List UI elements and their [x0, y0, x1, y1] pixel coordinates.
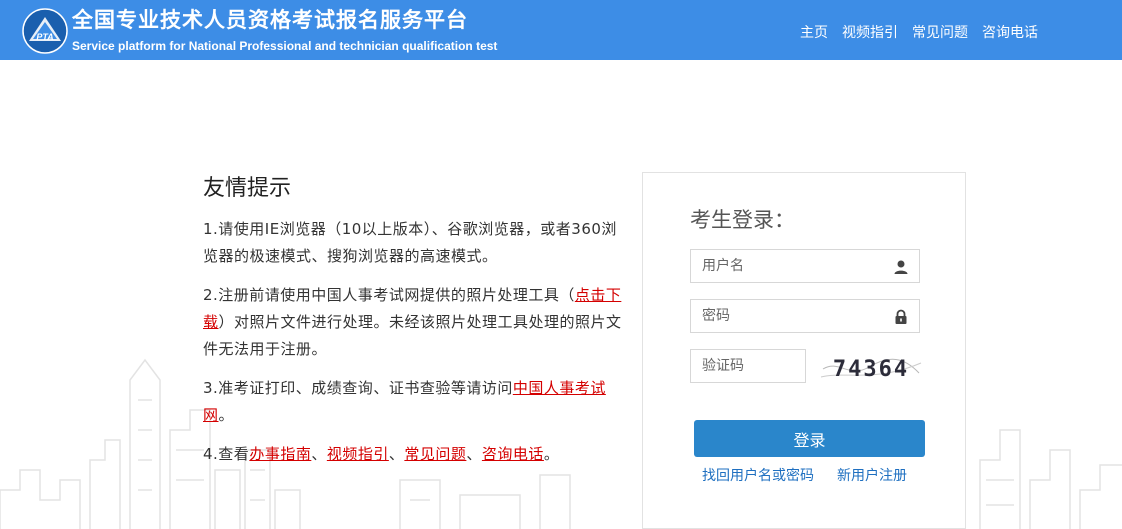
username-input[interactable] [691, 250, 882, 282]
captcha-text: 74364 [833, 357, 909, 382]
tip-exam-text-a: 3.准考证打印、成绩查询、证书查验等请访问 [203, 379, 513, 397]
nav-video-guide[interactable]: 视频指引 [842, 22, 898, 42]
site-subtitle: Service platform for National Profession… [72, 39, 498, 53]
captcha-image[interactable]: 74364 [819, 349, 923, 385]
tip-help-links: 4.查看办事指南、视频指引、常见问题、咨询电话。 [203, 441, 623, 468]
nav-home[interactable]: 主页 [800, 22, 828, 42]
separator: 、 [388, 445, 405, 463]
tip-help-text: 4.查看 [203, 445, 250, 463]
pta-logo-icon: PTA [22, 8, 68, 54]
password-field [690, 299, 920, 333]
tip-photo-text-b: ）对照片文件进行处理。未经该照片处理工具处理的照片文件无法用于注册。 [203, 313, 622, 358]
main-nav: 主页 视频指引 常见问题 咨询电话 [800, 22, 1038, 42]
tip-photo-text-a: 2.注册前请使用中国人事考试网提供的照片处理工具（ [203, 286, 575, 304]
captcha-field [690, 349, 806, 383]
hotline-link[interactable]: 咨询电话 [482, 445, 544, 463]
nav-hotline[interactable]: 咨询电话 [982, 22, 1038, 42]
tip-browser-text: 1.请使用IE浏览器（10以上版本）、谷歌浏览器，或者360浏览器的极速模式、搜… [203, 220, 617, 265]
tip-exam-site: 3.准考证打印、成绩查询、证书查验等请访问中国人事考试网。 [203, 375, 623, 429]
nav-faq[interactable]: 常见问题 [912, 22, 968, 42]
guide-link[interactable]: 办事指南 [249, 445, 311, 463]
login-panel: 考生登录： 74364 登录 找回用户名或密码 新用户注册 [642, 172, 966, 529]
separator: 、 [311, 445, 327, 463]
tip-browser: 1.请使用IE浏览器（10以上版本）、谷歌浏览器，或者360浏览器的极速模式、搜… [203, 216, 623, 270]
tips-section: 友情提示 1.请使用IE浏览器（10以上版本）、谷歌浏览器，或者360浏览器的极… [203, 170, 623, 480]
tip-photo-tool: 2.注册前请使用中国人事考试网提供的照片处理工具（点击下载）对照片文件进行处理。… [203, 282, 623, 363]
separator: 、 [466, 445, 482, 463]
find-account-link[interactable]: 找回用户名或密码 [702, 465, 814, 485]
site-title: 全国专业技术人员资格考试报名服务平台 [72, 8, 468, 32]
faq-link[interactable]: 常见问题 [404, 445, 466, 463]
register-link[interactable]: 新用户注册 [837, 465, 907, 485]
video-guide-link[interactable]: 视频指引 [327, 445, 389, 463]
login-title: 考生登录： [690, 208, 795, 232]
captcha-input[interactable] [691, 350, 802, 382]
username-field [690, 249, 920, 283]
top-header: PTA 全国专业技术人员资格考试报名服务平台 Service platform … [0, 0, 1122, 60]
logo-text: PTA [36, 32, 53, 42]
tip-help-end: 。 [543, 445, 560, 463]
user-icon [894, 260, 908, 274]
password-input[interactable] [691, 300, 882, 332]
tip-exam-text-b: 。 [218, 406, 235, 424]
lock-icon [895, 309, 907, 324]
login-button[interactable]: 登录 [694, 420, 925, 457]
tips-title: 友情提示 [203, 176, 292, 201]
